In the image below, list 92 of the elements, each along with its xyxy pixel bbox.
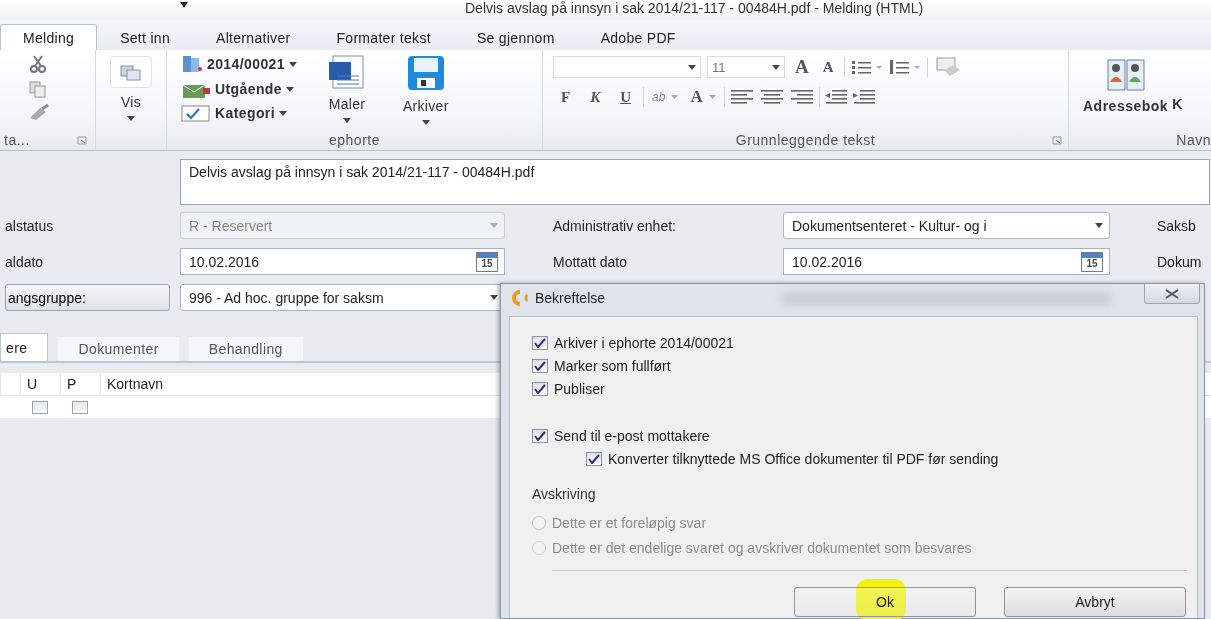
tab[interactable]: ere	[0, 333, 49, 361]
ribbon-tab[interactable]: Adobe PDF	[577, 24, 699, 50]
date-field[interactable]: 10.02.2016 15	[783, 248, 1110, 275]
caret-icon	[288, 61, 297, 67]
checkbox-label: Arkiver i ephorte 2014/00021	[554, 334, 734, 351]
align-right-icon[interactable]	[788, 90, 815, 104]
menu-button[interactable]: Utgående	[181, 79, 297, 99]
decrease-indent-icon[interactable]	[823, 90, 848, 104]
checkbox-label: Publiser	[554, 380, 605, 397]
dropdown[interactable]: Dokumentsenteret - Kultur- og i	[783, 212, 1110, 239]
subject-field[interactable]: Delvis avslag på innsyn i sak 2014/21-117 - 00484H.pdf	[180, 159, 1210, 205]
dialog-title: Bekreftelse	[535, 290, 606, 306]
address-book-button[interactable]: Adressebok	[1083, 54, 1169, 114]
caret-icon	[772, 64, 780, 70]
radio-label: Dette er et foreløpig svar	[552, 514, 707, 531]
menu-button[interactable]: Kategori	[181, 104, 297, 122]
radio-label: Dette er det endelige svaret og avskriver dokumentet som besvares	[552, 539, 972, 556]
checkbox[interactable]	[532, 428, 548, 443]
font-name-field[interactable]	[553, 56, 701, 78]
bullet-list-icon[interactable]	[850, 59, 883, 75]
italic-button[interactable]: K	[582, 88, 609, 106]
calendar-button[interactable]: 15	[1081, 251, 1103, 272]
field-label: aldato	[5, 253, 45, 270]
quick-access-caret-icon	[180, 2, 188, 8]
field-label: Dokum	[1157, 253, 1203, 270]
close-icon	[1165, 288, 1179, 299]
align-left-icon[interactable]	[728, 90, 755, 104]
tab[interactable]: Dokumenter	[58, 337, 179, 361]
caret-icon	[286, 86, 294, 92]
checkbox[interactable]	[532, 381, 548, 396]
tab[interactable]: Behandling	[188, 337, 303, 361]
increase-indent-icon[interactable]	[851, 90, 876, 104]
field-label: Mottatt dato	[553, 253, 628, 270]
checkbox[interactable]	[532, 335, 548, 350]
date-field[interactable]: 10.02.2016 15	[180, 248, 505, 275]
close-button[interactable]	[1144, 284, 1200, 304]
checkbox[interactable]	[72, 400, 88, 414]
caret-icon	[490, 295, 498, 300]
field-label: Saksb	[1157, 217, 1197, 234]
field-label: Administrativ enhet:	[553, 217, 677, 234]
field-label: alstatus	[5, 217, 55, 234]
cancel-button[interactable]: Avbryt	[1004, 587, 1186, 617]
ribbon-tab[interactable]: Se gjennom	[453, 24, 578, 50]
shrink-font-button[interactable]: A	[818, 58, 838, 76]
document-icon	[326, 54, 367, 90]
caret-icon	[127, 116, 135, 121]
group-label: Grunnleggende tekst	[735, 131, 876, 150]
scissors-icon[interactable]	[28, 54, 48, 74]
ribbon-tab[interactable]: Melding	[0, 24, 98, 50]
ribbon-button[interactable]: Arkiver	[396, 54, 455, 125]
caret-icon	[1095, 223, 1103, 228]
checkbox[interactable]	[586, 451, 602, 466]
caret-icon	[279, 110, 287, 116]
bold-button[interactable]: F	[553, 88, 579, 106]
ribbon-tab[interactable]: Formater tekst	[313, 24, 454, 50]
align-center-icon[interactable]	[758, 90, 785, 104]
column-header: P	[60, 373, 100, 395]
ribbon-button[interactable]: Maler	[320, 54, 373, 123]
checkbox-label: Send til e-post mottakere	[554, 427, 710, 444]
window-title: Delvis avslag på innsyn i sak 2014/21-117 - 00484H.pdf - Melding (HTML)	[465, 0, 924, 16]
calendar-button[interactable]: 15	[476, 251, 498, 272]
caret-icon	[708, 95, 716, 99]
group-label: ephorte	[328, 131, 381, 150]
caret-icon	[671, 95, 679, 99]
names-button[interactable]: K	[1172, 54, 1183, 112]
menu-button[interactable]: 2014/00021	[181, 54, 297, 74]
numbered-list-icon[interactable]	[888, 59, 921, 75]
caret-icon	[342, 118, 351, 123]
column-header: U	[20, 373, 60, 395]
checkbox[interactable]	[532, 358, 548, 373]
checkbox-label: Marker som fullført	[554, 357, 671, 374]
group-label: Navn	[1175, 131, 1211, 150]
binder-icon	[181, 54, 203, 74]
font-size-field[interactable]: 11	[707, 56, 785, 78]
view-label: Vis	[120, 94, 142, 110]
caret-icon	[688, 64, 696, 70]
section-title: Avskriving	[532, 486, 597, 504]
ribbon-tab[interactable]: Alternativer	[193, 24, 314, 50]
caret-icon	[421, 120, 430, 125]
windows-icon	[119, 63, 143, 83]
ribbon-tab[interactable]: Sett inn	[97, 24, 194, 50]
moon-logo-icon	[511, 290, 529, 306]
checkbox-label: Konverter tilknyttede MS Office dokumenter til PDF før sending	[608, 450, 999, 467]
checkbox[interactable]	[32, 400, 48, 414]
ok-button[interactable]: Ok	[794, 587, 976, 617]
group-button[interactable]: angsgruppe:	[5, 284, 170, 311]
underline-button[interactable]: U	[612, 88, 640, 106]
group-label: ta...	[4, 131, 30, 150]
grow-font-button[interactable]: A	[791, 56, 813, 78]
font-color-button[interactable]: A	[686, 87, 720, 107]
caret-icon	[490, 223, 498, 228]
checkbox-icon	[181, 104, 211, 122]
